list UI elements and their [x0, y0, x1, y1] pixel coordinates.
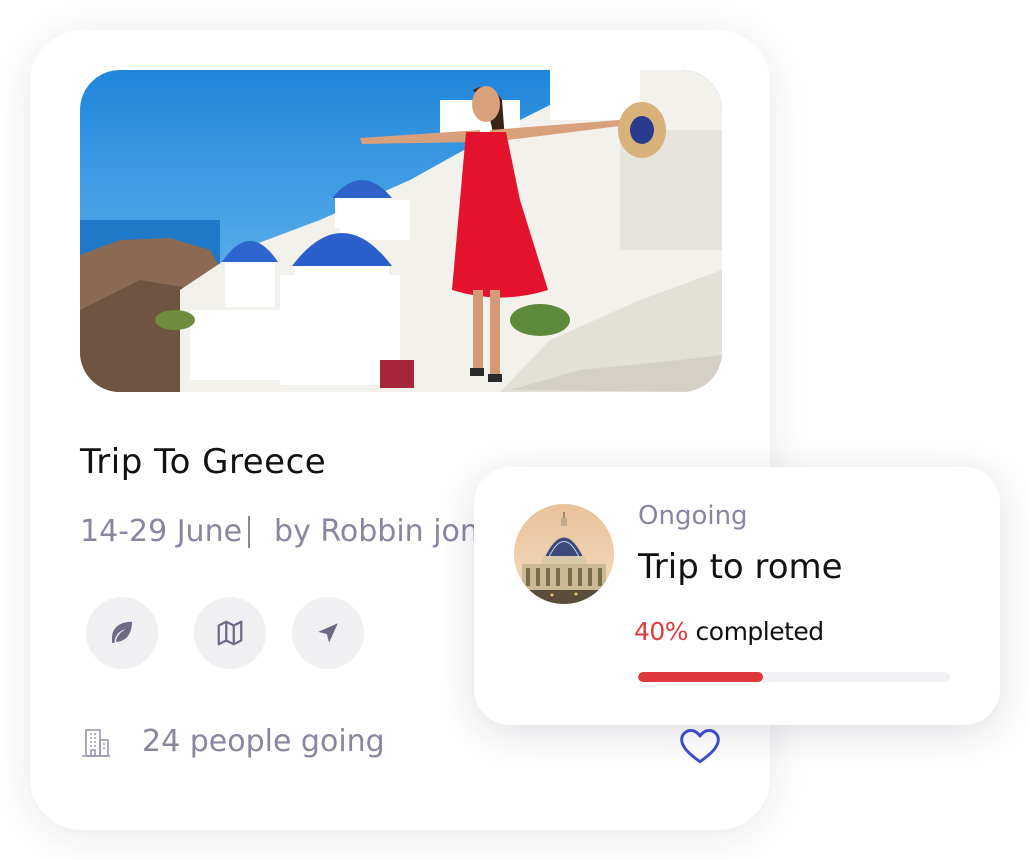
progress-fill	[638, 672, 763, 682]
heart-icon	[680, 729, 720, 764]
progress-bar	[638, 672, 950, 682]
send-icon	[318, 623, 338, 643]
progress-suffix: completed	[688, 617, 825, 646]
map-icon	[217, 620, 243, 646]
progress-percent: 40%	[634, 617, 689, 646]
progress-label: 40% completed	[634, 617, 824, 646]
people-going: 24 people going	[80, 724, 385, 759]
people-count: 24 people going	[142, 724, 385, 759]
trip-dates: 14-29 June	[80, 514, 243, 549]
leaf-button[interactable]	[86, 597, 158, 669]
leaf-icon	[112, 621, 132, 643]
rome-avatar	[514, 504, 614, 604]
ongoing-trip-card[interactable]: Ongoing Trip to rome 40% completed	[474, 467, 1000, 725]
meta-divider	[248, 515, 251, 548]
trip-title: Trip To Greece	[80, 442, 327, 482]
trip-meta: 14-29 June by Robbin jones	[80, 514, 513, 549]
ongoing-title: Trip to rome	[638, 547, 843, 587]
trip-photo	[80, 70, 722, 392]
map-button[interactable]	[194, 597, 266, 669]
ongoing-status: Ongoing	[638, 501, 748, 531]
building-icon	[82, 728, 110, 757]
send-button[interactable]	[292, 597, 364, 669]
favorite-button[interactable]	[678, 725, 722, 769]
